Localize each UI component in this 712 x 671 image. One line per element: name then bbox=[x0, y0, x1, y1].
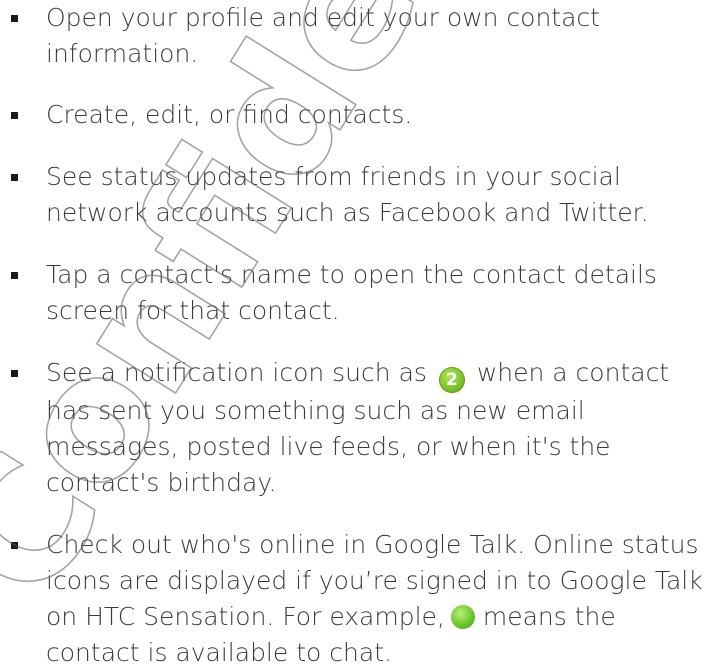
item-text-before: See a notification icon such as bbox=[46, 358, 427, 387]
bullet-icon bbox=[11, 15, 18, 22]
item-text: See status updates from friends in your … bbox=[46, 162, 649, 227]
item-text: Create, edit, or find contacts. bbox=[46, 100, 413, 129]
notification-badge-icon: 2 bbox=[438, 367, 465, 393]
item-text: Open your profile and edit your own cont… bbox=[46, 3, 600, 68]
contacts-features-list: Open your profile and edit your own cont… bbox=[0, 0, 712, 671]
list-item: Tap a contact's name to open the contact… bbox=[0, 257, 712, 329]
list-item: Create, edit, or find contacts. bbox=[0, 97, 712, 133]
item-text: Tap a contact's name to open the contact… bbox=[46, 260, 657, 325]
bullet-icon bbox=[11, 272, 18, 279]
bullet-icon bbox=[11, 112, 18, 119]
bullet-icon bbox=[11, 174, 18, 181]
online-status-icon bbox=[450, 605, 475, 629]
bullet-icon bbox=[11, 542, 18, 549]
list-item: See status updates from friends in your … bbox=[0, 159, 712, 231]
list-item: See a notification icon such as 2 when a… bbox=[0, 355, 712, 501]
list-item: Open your profile and edit your own cont… bbox=[0, 0, 712, 72]
list-item: Check out who's online in Google Talk. O… bbox=[0, 527, 712, 671]
bullet-icon bbox=[11, 370, 18, 377]
